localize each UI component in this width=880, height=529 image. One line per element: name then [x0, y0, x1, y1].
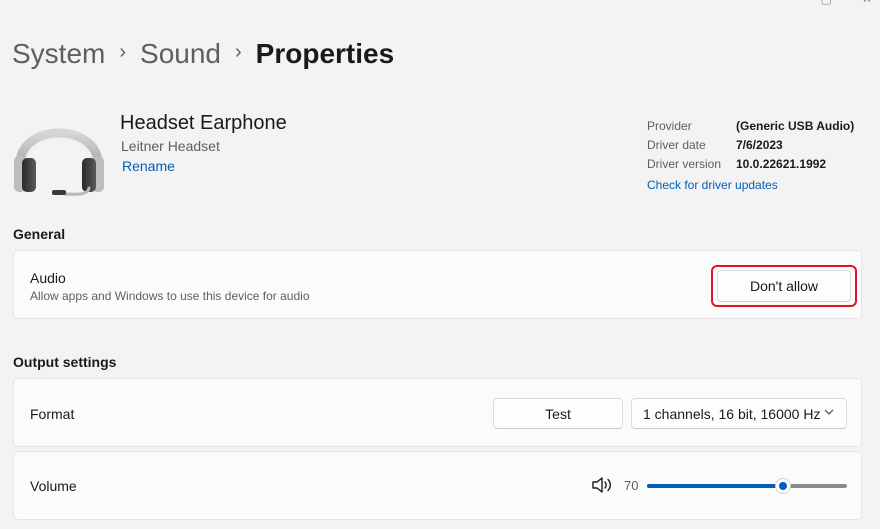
breadcrumb-separator: ›	[235, 40, 242, 63]
driver-date-value: 7/6/2023	[736, 137, 783, 152]
close-icon[interactable]: ✕	[862, 0, 872, 6]
general-heading: General	[13, 226, 66, 242]
device-name: Headset Earphone	[120, 112, 287, 134]
audio-description: Allow apps and Windows to use this devic…	[30, 289, 310, 303]
device-subtitle: Leitner Headset	[121, 138, 220, 154]
volume-card: Volume 70	[13, 451, 862, 520]
volume-slider[interactable]	[647, 478, 847, 494]
format-selected-value: 1 channels, 16 bit, 16000 Hz	[643, 405, 821, 422]
volume-label: Volume	[30, 478, 77, 494]
rename-link[interactable]: Rename	[122, 158, 175, 174]
test-button[interactable]: Test	[493, 398, 623, 429]
page-title: Properties	[255, 38, 395, 69]
provider-label: Provider	[647, 118, 692, 133]
check-driver-updates-link[interactable]: Check for driver updates	[647, 175, 854, 194]
provider-value: (Generic USB Audio)	[736, 118, 855, 133]
driver-version-label: Driver version	[647, 156, 722, 171]
volume-value: 70	[624, 478, 639, 493]
headset-icon	[14, 128, 104, 196]
driver-version-value: 10.0.22621.1992	[736, 156, 827, 171]
format-dropdown[interactable]: 1 channels, 16 bit, 16000 Hz	[631, 398, 847, 429]
audio-title: Audio	[30, 270, 66, 286]
volume-slider-thumb[interactable]	[775, 478, 791, 494]
window-controls: ▢ ✕	[821, 0, 872, 6]
chevron-down-icon	[824, 407, 834, 420]
volume-slider-fill	[647, 484, 783, 488]
speaker-icon[interactable]	[591, 475, 613, 495]
format-label: Format	[30, 406, 75, 422]
dont-allow-button[interactable]: Don't allow	[717, 270, 851, 302]
breadcrumb: System › Sound › Properties	[12, 38, 394, 70]
restore-icon[interactable]: ▢	[821, 0, 832, 6]
output-settings-heading: Output settings	[13, 354, 117, 370]
breadcrumb-system[interactable]: System	[12, 38, 105, 70]
breadcrumb-sound[interactable]: Sound	[140, 38, 221, 70]
breadcrumb-separator: ›	[119, 40, 127, 63]
driver-date-label: Driver date	[647, 137, 706, 152]
audio-card: Audio Allow apps and Windows to use this…	[13, 250, 862, 319]
format-card: Format Test 1 channels, 16 bit, 16000 Hz	[13, 378, 862, 447]
driver-info: Provider (Generic USB Audio) Driver date…	[647, 116, 854, 194]
